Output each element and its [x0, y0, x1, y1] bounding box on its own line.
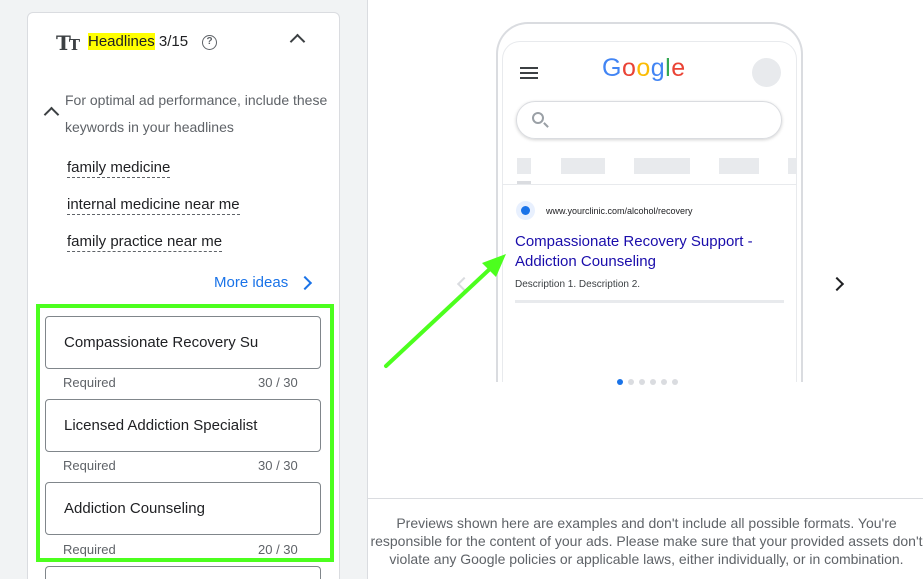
carousel-dot[interactable] [628, 379, 634, 385]
menu-icon [520, 67, 538, 82]
help-icon[interactable]: ? [202, 35, 217, 50]
annotation-highlight-box [36, 304, 334, 562]
panel-divider [367, 0, 368, 579]
carousel-dot[interactable] [639, 379, 645, 385]
tab-placeholder [561, 158, 605, 174]
tab-active-indicator [517, 181, 531, 184]
ad-display-url: www.yourclinic.com/alcohol/recovery [546, 206, 693, 216]
avatar [752, 58, 781, 87]
ad-separator [515, 300, 784, 303]
ad-headline: Compassionate Recovery Support - Addicti… [515, 233, 753, 270]
globe-icon [516, 201, 535, 220]
tab-placeholder [517, 158, 531, 174]
headline-input-4[interactable] [45, 566, 321, 579]
preview-disclaimer: Previews shown here are examples and don… [370, 515, 923, 567]
headlines-count: 3/15 [158, 33, 189, 50]
keyword-suggestion[interactable]: family practice near me [67, 233, 223, 252]
search-icon [532, 112, 544, 124]
headlines-label: Headlines [88, 33, 155, 50]
carousel-dot[interactable] [672, 379, 678, 385]
carousel-dots [617, 379, 678, 385]
carousel-dot-active[interactable] [617, 379, 623, 385]
keyword-tip-text: For optimal ad performance, include thes… [65, 92, 328, 135]
carousel-dot[interactable] [650, 379, 656, 385]
tab-placeholder [788, 158, 796, 174]
google-logo: Google [602, 54, 686, 82]
previous-preview-icon[interactable] [456, 276, 472, 292]
tab-placeholder [634, 158, 690, 174]
more-ideas-link[interactable]: More ideas [214, 274, 288, 291]
text-size-icon: TT [56, 31, 80, 55]
headlines-heading: Headlines 3/15 [88, 33, 188, 50]
tab-placeholder [719, 158, 759, 174]
search-bar [516, 101, 782, 139]
next-preview-icon[interactable] [829, 276, 845, 292]
disclaimer-divider [368, 498, 923, 499]
ad-description: Description 1. Description 2. [515, 279, 641, 290]
tabs-divider [503, 184, 796, 185]
keyword-suggestion[interactable]: family medicine [67, 159, 171, 178]
keyword-suggestion[interactable]: internal medicine near me [67, 196, 240, 215]
carousel-dot[interactable] [661, 379, 667, 385]
